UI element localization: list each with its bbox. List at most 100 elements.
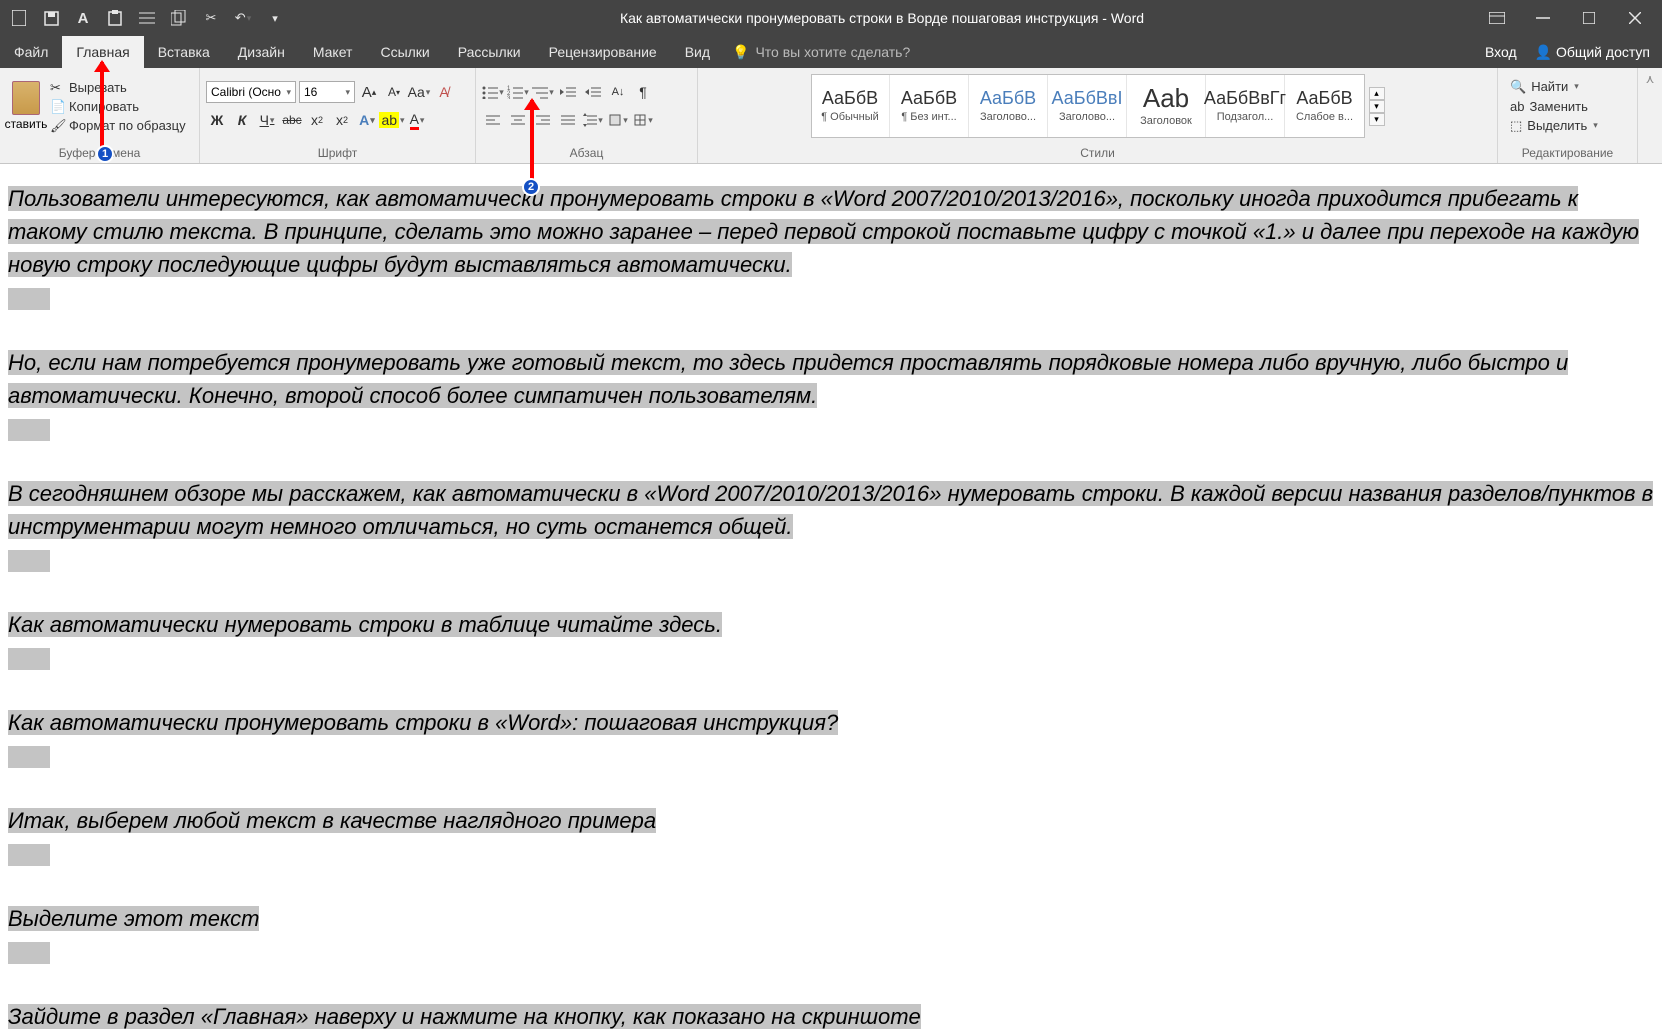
group-font: Calibri (Осно▾ 16▾ A▴ A▾ Aa▾ A̸ Ж К Ч▾ a… (200, 68, 476, 163)
style-item[interactable]: Aab Заголовок (1128, 75, 1206, 137)
style-label: Заголовок (1140, 115, 1192, 127)
cut-quick-icon[interactable]: ✂ (202, 9, 220, 27)
font-color-button[interactable]: A▾ (406, 109, 428, 131)
increase-indent-button[interactable] (582, 81, 604, 103)
window-controls (1470, 9, 1662, 27)
style-item[interactable]: АаБбВСлабое в... (1286, 75, 1364, 137)
justify-button[interactable] (557, 109, 579, 131)
style-preview: АаБбВ (901, 89, 957, 107)
save-icon[interactable] (42, 9, 60, 27)
tab-layout[interactable]: Макет (299, 36, 367, 68)
share-button[interactable]: 👤 Общий доступ (1535, 44, 1650, 61)
font-quick-icon[interactable]: A (74, 9, 92, 27)
change-case-button[interactable]: Aa▾ (408, 81, 430, 103)
group-paragraph: ▾ 123▾ ▾ A↓ ¶ ▾ ▾ ▾ А (476, 68, 698, 163)
selection-blank (8, 942, 50, 964)
style-item[interactable]: АаБбВвГгПодзагол... (1207, 75, 1285, 137)
shading-button[interactable]: ▾ (607, 109, 629, 131)
tell-me-search[interactable]: 💡 Что вы хотите сделать? (732, 44, 910, 61)
doc-paragraph: Как автоматически пронумеровать строки в… (8, 706, 1654, 772)
styles-scroll-down[interactable]: ▾ (1369, 100, 1385, 113)
bold-button[interactable]: Ж (206, 109, 228, 131)
style-item[interactable]: АаБбВ Заголово... (970, 75, 1048, 137)
style-item[interactable]: АаБбВ¶ Обычный (812, 75, 890, 137)
style-preview: АаБбВ (980, 89, 1036, 107)
find-button[interactable]: 🔍Найти ▾ (1510, 79, 1598, 95)
style-label: Слабое в... (1296, 111, 1353, 123)
select-label: Выделить (1527, 118, 1587, 133)
collapse-ribbon-button[interactable]: ⋏ (1638, 68, 1662, 163)
ribbon: ставить ✂Вырезать 📄Копировать 🖌Формат по… (0, 68, 1662, 164)
bullets-button[interactable]: ▾ (482, 81, 504, 103)
select-button[interactable]: ⬚Выделить ▾ (1510, 118, 1598, 134)
style-preview: АаБбВвІ (1052, 89, 1123, 107)
annotation-arrow-2 (530, 100, 534, 184)
paste-label: ставить (5, 117, 48, 131)
align-center-button[interactable] (507, 109, 529, 131)
align-left-button[interactable] (482, 109, 504, 131)
show-marks-button[interactable]: ¶ (632, 81, 654, 103)
sort-button[interactable]: A↓ (607, 81, 629, 103)
list-quick-icon[interactable] (138, 9, 156, 27)
styles-expand[interactable]: ▾ (1369, 113, 1385, 126)
annotation-badge-1: 1 (96, 145, 114, 163)
close-icon[interactable] (1626, 9, 1644, 27)
group-styles: АаБбВ¶ Обычный АаБбВ ¶ Без инт... АаБбВ Заго… (698, 68, 1498, 163)
copy-label: Копировать (69, 99, 139, 114)
tab-review[interactable]: Рецензирование (535, 36, 671, 68)
paste-quick-icon[interactable] (106, 9, 124, 27)
selection-blank (8, 550, 50, 572)
ribbon-display-icon[interactable] (1488, 9, 1506, 27)
signin-button[interactable]: Вход (1485, 44, 1517, 60)
styles-scroll-up[interactable]: ▴ (1369, 87, 1385, 100)
copy-quick-icon[interactable] (170, 9, 188, 27)
decrease-indent-button[interactable] (557, 81, 579, 103)
doc-paragraph: Но, если нам потребуется пронумеровать у… (8, 346, 1654, 445)
tab-insert[interactable]: Вставка (144, 36, 224, 68)
align-right-button[interactable] (532, 109, 554, 131)
italic-button[interactable]: К (231, 109, 253, 131)
new-doc-icon[interactable] (10, 9, 28, 27)
group-editing: 🔍Найти ▾ abЗаменить ⬚Выделить ▾ Редактир… (1498, 68, 1638, 163)
cut-button[interactable]: ✂Вырезать (50, 80, 186, 95)
editing-group-label: Редактирование (1498, 144, 1637, 163)
borders-button[interactable]: ▾ (632, 109, 654, 131)
document-area[interactable]: Пользователи интересуются, как автоматич… (0, 164, 1662, 1033)
tab-mailings[interactable]: Рассылки (444, 36, 535, 68)
tab-view[interactable]: Вид (671, 36, 724, 68)
paste-button[interactable]: ставить (6, 81, 46, 131)
subscript-button[interactable]: x2 (306, 109, 328, 131)
style-label: Заголово... (980, 111, 1036, 123)
maximize-icon[interactable] (1580, 9, 1598, 27)
font-name-combo[interactable]: Calibri (Осно▾ (206, 81, 296, 103)
strikethrough-button[interactable]: abc (281, 109, 303, 131)
highlight-button[interactable]: ab▾ (381, 109, 403, 131)
style-item[interactable]: АаБбВвІ Заголово... (1049, 75, 1127, 137)
minimize-icon[interactable] (1534, 9, 1552, 27)
style-item[interactable]: АаБбВ ¶ Без инт... (891, 75, 969, 137)
style-label: Заголово... (1059, 111, 1115, 123)
clear-formatting-button[interactable]: A̸ (433, 81, 455, 103)
copy-button[interactable]: 📄Копировать (50, 99, 186, 114)
style-label: ¶ Без инт... (901, 111, 956, 123)
format-painter-button[interactable]: 🖌Формат по образцу (50, 118, 186, 133)
font-size-combo[interactable]: 16▾ (299, 81, 355, 103)
underline-button[interactable]: Ч▾ (256, 109, 278, 131)
superscript-button[interactable]: x2 (331, 109, 353, 131)
grow-font-button[interactable]: A▴ (358, 81, 380, 103)
text-effects-button[interactable]: A▾ (356, 109, 378, 131)
tab-file[interactable]: Файл (0, 36, 62, 68)
annotation-badge-2: 2 (522, 178, 540, 196)
shrink-font-button[interactable]: A▾ (383, 81, 405, 103)
style-preview: Aab (1143, 85, 1189, 111)
customize-qat-icon[interactable]: ▾ (266, 9, 284, 27)
replace-button[interactable]: abЗаменить (1510, 99, 1598, 114)
quick-access-toolbar: A ✂ ↶▾ ▾ (0, 9, 294, 27)
tab-references[interactable]: Ссылки (366, 36, 443, 68)
tab-design[interactable]: Дизайн (224, 36, 299, 68)
undo-icon[interactable]: ↶▾ (234, 9, 252, 27)
share-label: Общий доступ (1556, 44, 1650, 60)
line-spacing-button[interactable]: ▾ (582, 109, 604, 131)
doc-paragraph: В сегодняшнем обзоре мы расскажем, как а… (8, 477, 1654, 576)
replace-label: Заменить (1529, 99, 1587, 114)
